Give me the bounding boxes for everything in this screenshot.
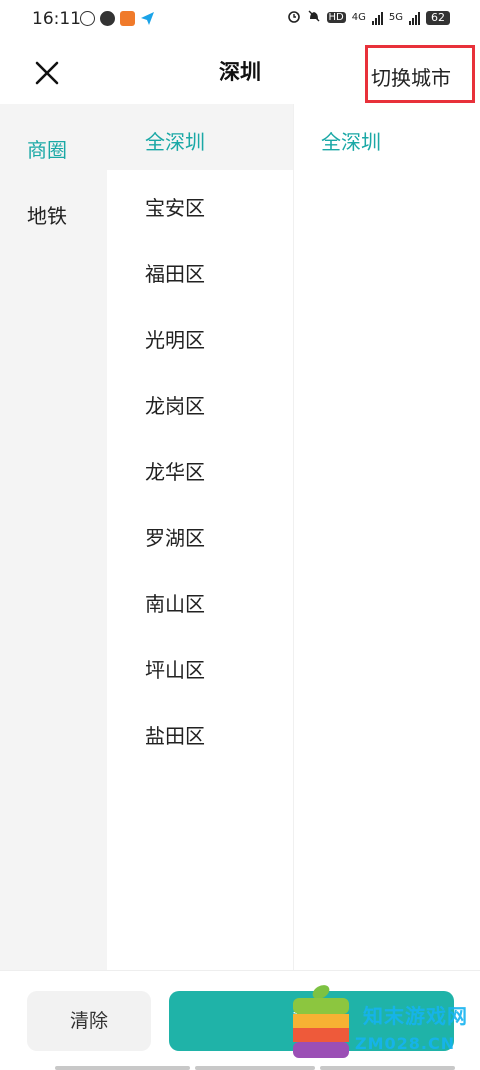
watermark-logo-icon: [293, 985, 349, 1058]
shopping-app-icon: [120, 11, 135, 26]
district-item-longgang[interactable]: 龙岗区: [145, 390, 205, 419]
chat-bubble-icon: [100, 11, 115, 26]
watermark: 知末游戏网 ZM028.CN: [283, 982, 478, 1068]
net-4g-label: 4G: [351, 12, 366, 23]
district-column: 全深圳 宝安区 福田区 光明区 龙岗区 龙华区 罗湖区 南山区 坪山区 盐田区: [107, 104, 293, 970]
district-item-futian[interactable]: 福田区: [145, 258, 205, 287]
gesture-bar-segment: [55, 1066, 190, 1070]
header: 深圳 切换城市: [0, 38, 480, 104]
district-item-luohu[interactable]: 罗湖区: [145, 522, 205, 551]
district-item-guangming[interactable]: 光明区: [145, 324, 205, 353]
mute-bell-icon: [307, 9, 321, 26]
watermark-line2: ZM028.CN: [355, 1034, 456, 1053]
category-column: 商圈 地铁: [0, 104, 107, 970]
status-bar: 16:11 HD 4G 5G 62: [0, 0, 480, 38]
district-item-yantian[interactable]: 盐田区: [145, 720, 205, 749]
district-item-baoan[interactable]: 宝安区: [145, 192, 205, 221]
status-right-group: HD 4G 5G 62: [287, 9, 450, 26]
district-item-nanshan[interactable]: 南山区: [145, 588, 205, 617]
k-app-icon: [80, 11, 95, 26]
signal-5g-icon: [409, 11, 420, 25]
hd-badge: HD: [326, 12, 346, 23]
alarm-icon: [287, 9, 301, 26]
net-5g-label: 5G: [388, 12, 403, 23]
status-time: 16:11: [32, 9, 81, 29]
district-item-all[interactable]: 全深圳: [145, 126, 205, 155]
district-item-pingshan[interactable]: 坪山区: [145, 654, 205, 683]
send-arrow-icon: [140, 11, 155, 26]
sub-area-item-all[interactable]: 全深圳: [321, 126, 381, 155]
district-item-longhua[interactable]: 龙华区: [145, 456, 205, 485]
watermark-line1: 知末游戏网: [363, 1004, 468, 1028]
category-item-metro[interactable]: 地铁: [27, 200, 67, 229]
signal-4g-icon: [371, 11, 383, 25]
sub-area-column: 全深圳: [293, 104, 480, 970]
switch-city-button[interactable]: 切换城市: [365, 45, 475, 103]
clear-button[interactable]: 清除: [27, 991, 151, 1051]
switch-city-label: 切换城市: [371, 66, 451, 90]
category-item-business-district[interactable]: 商圈: [27, 134, 67, 163]
battery-indicator: 62: [426, 10, 450, 25]
